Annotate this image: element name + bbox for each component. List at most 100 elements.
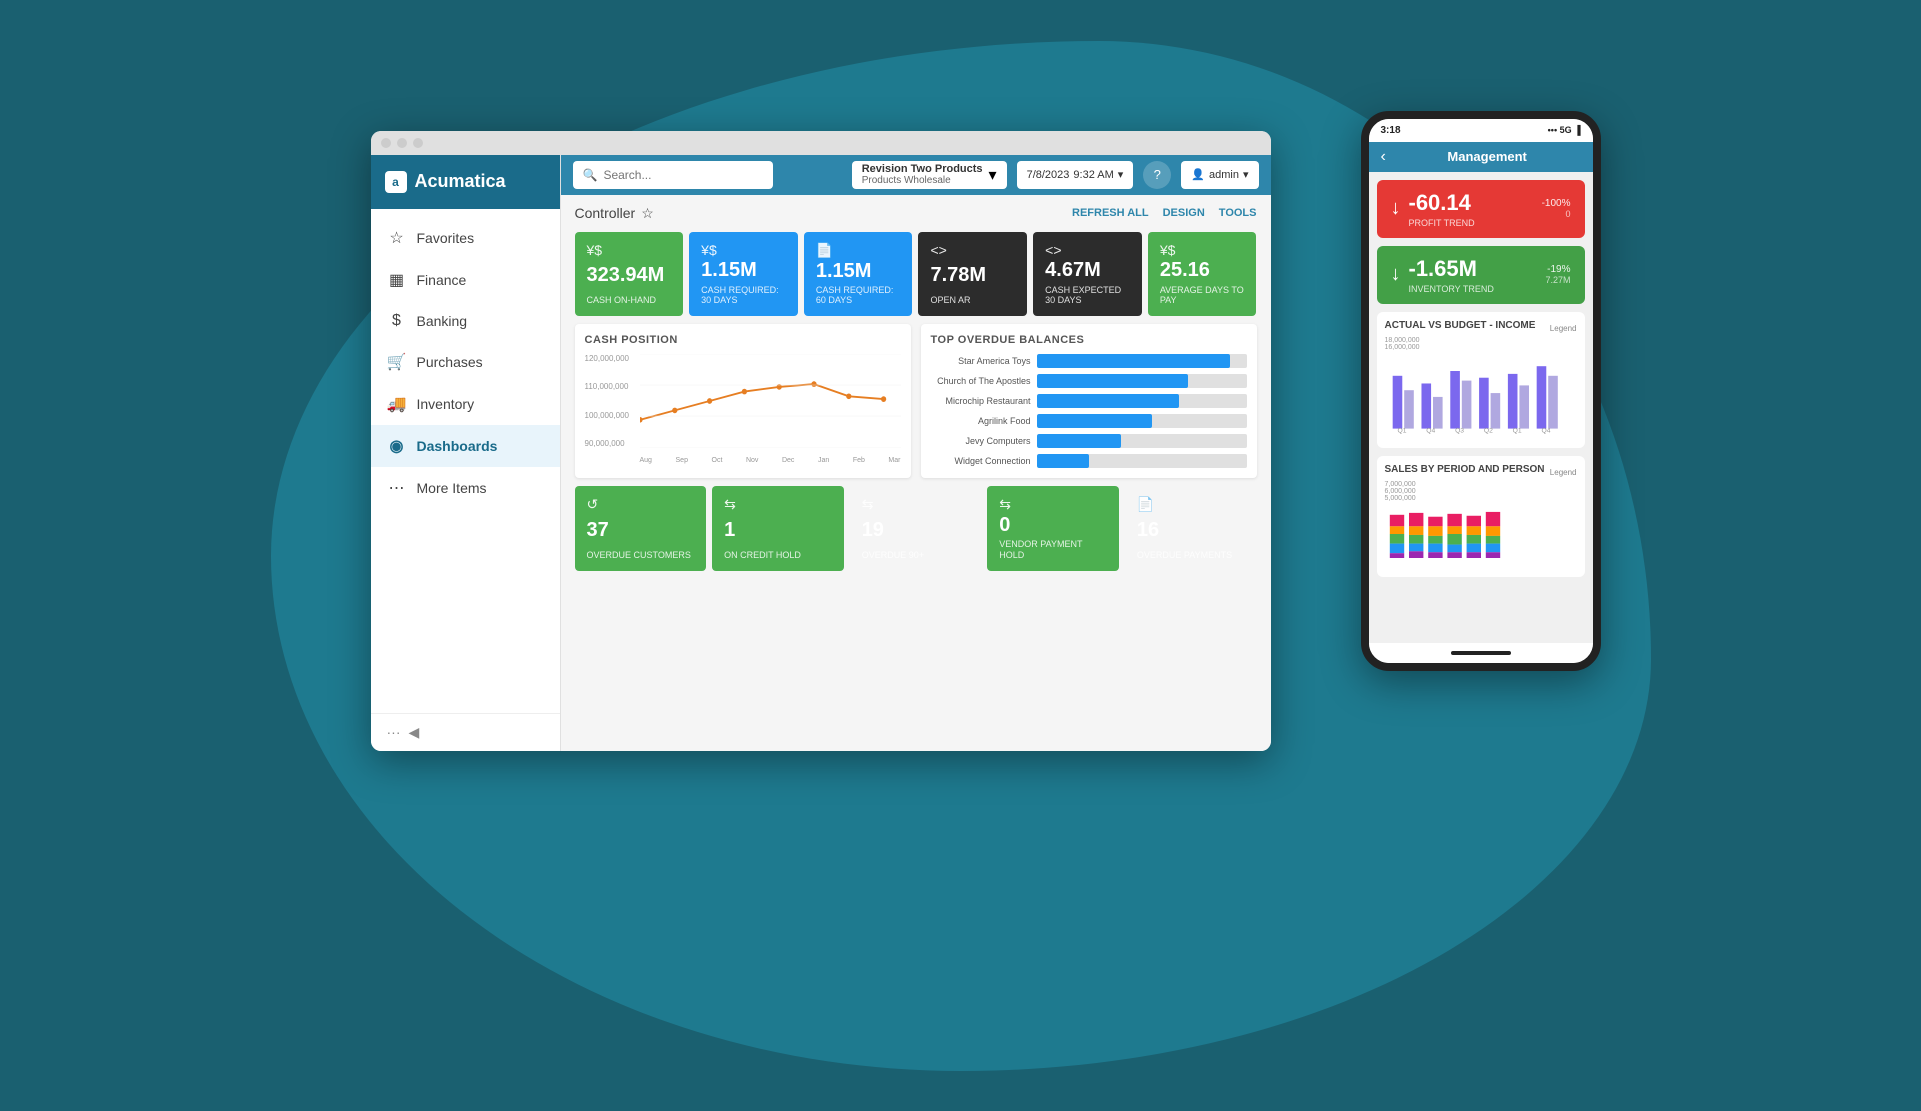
phone-kpi-profit-left: ↓ -60.14 PROFIT TREND	[1391, 190, 1475, 228]
cash-60-icon: 📄	[816, 242, 901, 259]
search-box[interactable]: 🔍	[573, 161, 773, 189]
date-selector[interactable]: 7/8/2023 9:32 AM ▾	[1017, 161, 1134, 189]
phone-back-button[interactable]: ‹	[1381, 148, 1386, 166]
x-label-jan: Jan	[818, 457, 829, 464]
phone-kpi-inventory-left: ↓ -1.65M INVENTORY TREND	[1391, 256, 1494, 294]
y-label-1: 120,000,000	[585, 354, 640, 363]
sidebar-item-more-items[interactable]: ⋯ More Items	[371, 467, 560, 509]
bar-chart: Star America Toys Church of The Apostles	[931, 354, 1247, 468]
profit-label: PROFIT TREND	[1409, 218, 1475, 228]
design-button[interactable]: DESIGN	[1163, 207, 1205, 219]
bar-track-3	[1037, 394, 1247, 408]
x-label-oct: Oct	[712, 457, 723, 464]
kpi-overdue-customers[interactable]: ↺ 37 OVERDUE CUSTOMERS	[575, 486, 707, 571]
kpi-overdue-90[interactable]: ⇆ 19 OVERDUE 90+	[850, 486, 982, 571]
inventory-label: INVENTORY TREND	[1409, 284, 1494, 294]
income-y-labels: 18,000,000 16,000,000	[1385, 337, 1577, 351]
cash-position-chart: CASH POSITION 120,000,000 110,000,000 10…	[575, 324, 911, 478]
overdue-customers-label: OVERDUE CUSTOMERS	[587, 550, 695, 561]
sidebar-item-dashboards[interactable]: ◉ Dashboards	[371, 425, 560, 467]
time-value: 9:32 AM	[1073, 169, 1113, 181]
sidebar-item-purchases[interactable]: 🛒 Purchases	[371, 341, 560, 383]
vendor-hold-value: 0	[999, 515, 1107, 535]
banking-icon: $	[387, 312, 407, 330]
profit-sub: 0	[1542, 209, 1571, 219]
cash-line-svg	[640, 354, 901, 448]
topbar: 🔍 Revision Two Products Products Wholesa…	[561, 155, 1271, 195]
kpi-cash-expected[interactable]: <> 4.67M CASH EXPECTED 30 DAYS	[1033, 232, 1142, 317]
overdue-90-icon: ⇆	[862, 496, 970, 513]
kpi-vendor-hold[interactable]: ⇆ 0 VENDOR PAYMENT HOLD	[987, 486, 1119, 571]
phone-nav-title: Management	[1394, 149, 1581, 164]
open-ar-icon: <>	[930, 242, 1015, 258]
date-chevron-icon: ▾	[1118, 168, 1124, 181]
cash-on-hand-icon: ¥$	[587, 242, 672, 258]
cash-on-hand-label: CASH ON-HAND	[587, 295, 672, 306]
kpi-cash-on-hand[interactable]: ¥$ 323.94M CASH ON-HAND	[575, 232, 684, 317]
overdue-title: TOP OVERDUE BALANCES	[931, 334, 1247, 346]
credit-hold-icon: ⇆	[724, 496, 832, 513]
overdue-payments-label: OVERDUE PAYMENTS	[1137, 550, 1245, 561]
company-name: Revision Two Products	[862, 163, 983, 175]
tools-button[interactable]: TOOLS	[1219, 207, 1257, 219]
dashboard-header: Controller ☆ REFRESH ALL DESIGN TOOLS	[575, 205, 1257, 222]
svg-text:Q2: Q2	[1483, 427, 1492, 434]
window-dot-2	[397, 138, 407, 148]
bar-fill-1	[1037, 354, 1230, 368]
app-name: Acumatica	[415, 171, 506, 192]
income-chart-title: ACTUAL VS BUDGET - INCOME	[1385, 320, 1536, 331]
bar-label-4: Agrilink Food	[931, 416, 1031, 426]
dots-button[interactable]: ···	[387, 724, 401, 740]
sales-chart-title: SALES BY PERIOD AND PERSON	[1385, 464, 1545, 475]
avg-days-value: 25.16	[1160, 260, 1245, 280]
avg-days-icon: ¥$	[1160, 242, 1245, 258]
bar-row-4: Agrilink Food	[931, 414, 1247, 428]
sidebar-item-banking[interactable]: $ Banking	[371, 301, 560, 341]
title-bar	[371, 131, 1271, 155]
sidebar-item-label: Dashboards	[417, 438, 498, 454]
favorites-icon: ☆	[387, 228, 407, 248]
cash-position-title: CASH POSITION	[585, 334, 901, 346]
refresh-all-button[interactable]: REFRESH ALL	[1072, 207, 1149, 219]
sidebar-item-favorites[interactable]: ☆ Favorites	[371, 217, 560, 259]
svg-text:Q1: Q1	[1397, 427, 1406, 434]
kpi-cash-required-30[interactable]: ¥$ 1.15M CASH REQUIRED: 30 DAYS	[689, 232, 798, 317]
user-name: admin	[1209, 169, 1239, 181]
sidebar-item-label: Favorites	[417, 230, 475, 246]
sidebar-item-label: Inventory	[417, 396, 475, 412]
sidebar-item-inventory[interactable]: 🚚 Inventory	[371, 383, 560, 425]
dashboard-actions: REFRESH ALL DESIGN TOOLS	[1072, 207, 1256, 219]
kpi-credit-hold[interactable]: ⇆ 1 ON CREDIT HOLD	[712, 486, 844, 571]
bar-row-1: Star America Toys	[931, 354, 1247, 368]
bar-track-1	[1037, 354, 1247, 368]
kpi-overdue-payments[interactable]: 📄 16 OVERDUE PAYMENTS	[1125, 486, 1257, 571]
bar-row-5: Jevy Computers	[931, 434, 1247, 448]
company-selector[interactable]: Revision Two Products Products Wholesale…	[852, 161, 1007, 189]
phone-mockup: 3:18 ••• 5G ▐ ‹ Management ↓ -60.14 PROF…	[1361, 111, 1601, 671]
kpi-open-ar[interactable]: <> 7.78M OPEN AR	[918, 232, 1027, 317]
kpi-avg-days-pay[interactable]: ¥$ 25.16 AVERAGE DAYS TO PAY	[1148, 232, 1257, 317]
bar-row-6: Widget Connection	[931, 454, 1247, 468]
app-body: a Acumatica ☆ Favorites ▦ Finance $	[371, 155, 1271, 751]
svg-text:Q4: Q4	[1541, 427, 1550, 434]
y-label-4: 90,000,000	[585, 439, 640, 448]
phone-kpi-profit[interactable]: ↓ -60.14 PROFIT TREND -100% 0	[1377, 180, 1585, 238]
search-input[interactable]	[603, 168, 762, 182]
phone-time: 3:18	[1381, 125, 1401, 136]
bar-label-6: Widget Connection	[931, 456, 1031, 466]
sales-chart-svg	[1385, 504, 1577, 564]
user-menu[interactable]: 👤 admin ▾	[1181, 161, 1258, 189]
overdue-payments-value: 16	[1137, 520, 1245, 540]
kpi-cash-required-60[interactable]: 📄 1.15M CASH REQUIRED: 60 DAYS	[804, 232, 913, 317]
phone-kpi-profit-right: -100% 0	[1542, 198, 1571, 219]
sidebar-item-finance[interactable]: ▦ Finance	[371, 259, 560, 301]
desktop-window: a Acumatica ☆ Favorites ▦ Finance $	[371, 131, 1271, 751]
window-dot-1	[381, 138, 391, 148]
vendor-hold-label: VENDOR PAYMENT HOLD	[999, 539, 1107, 561]
y-label-2: 110,000,000	[585, 382, 640, 391]
help-button[interactable]: ?	[1143, 161, 1171, 189]
overdue-payments-icon: 📄	[1137, 496, 1245, 513]
bar-row-3: Microchip Restaurant	[931, 394, 1247, 408]
phone-kpi-inventory[interactable]: ↓ -1.65M INVENTORY TREND -19% 7.27M	[1377, 246, 1585, 304]
collapse-button[interactable]: ◀	[409, 724, 420, 741]
